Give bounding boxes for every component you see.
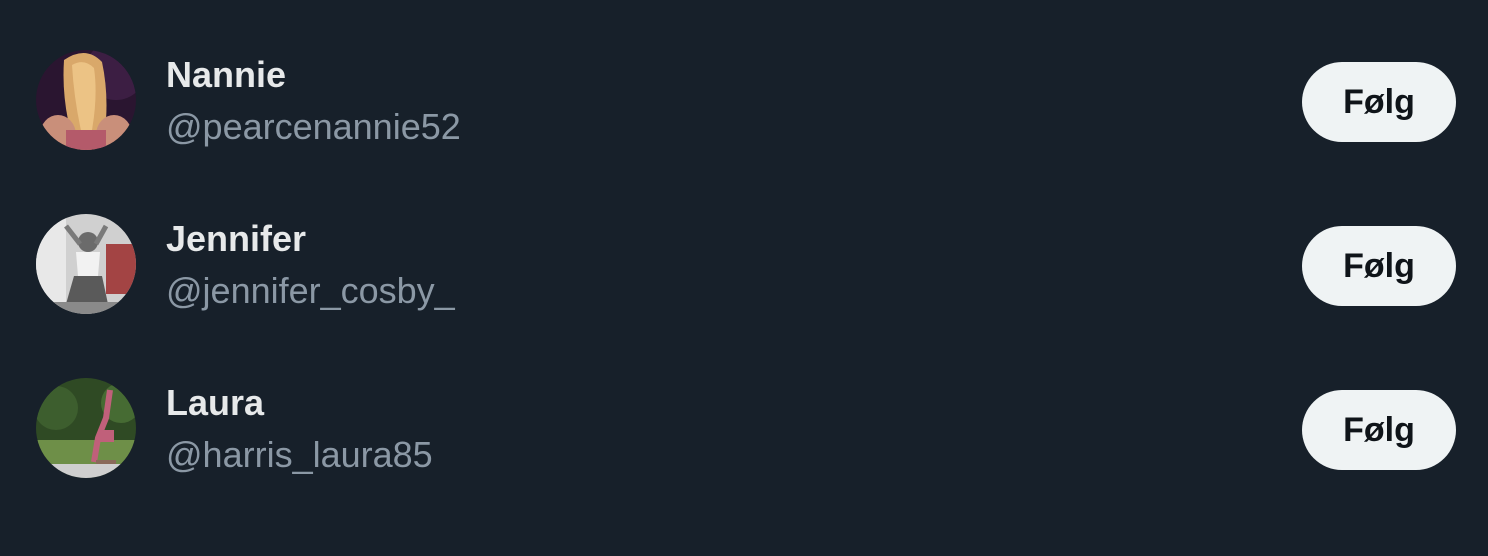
user-handle[interactable]: @jennifer_cosby_ — [166, 270, 455, 312]
avatar-image-jennifer — [36, 214, 136, 314]
user-suggestion-row[interactable]: Jennifer @jennifer_cosby_ Følg — [0, 182, 1488, 346]
user-display-name[interactable]: Jennifer — [166, 218, 306, 260]
avatar[interactable] — [36, 214, 136, 314]
avatar[interactable] — [36, 378, 136, 478]
follow-button[interactable]: Følg — [1302, 62, 1456, 142]
avatar[interactable] — [36, 50, 136, 150]
who-to-follow-list: Nannie @pearcenannie52 Følg Jennifer @je… — [0, 18, 1488, 510]
user-display-name[interactable]: Nannie — [166, 54, 286, 96]
user-suggestion-row[interactable]: Nannie @pearcenannie52 Følg — [0, 18, 1488, 182]
follow-button[interactable]: Følg — [1302, 226, 1456, 306]
follow-button[interactable]: Følg — [1302, 390, 1456, 470]
user-handle[interactable]: @harris_laura85 — [166, 434, 433, 476]
user-display-name[interactable]: Laura — [166, 382, 264, 424]
avatar-image-nannie — [36, 50, 136, 150]
user-handle[interactable]: @pearcenannie52 — [166, 106, 461, 148]
avatar-image-laura — [36, 378, 136, 478]
user-suggestion-row[interactable]: Laura @harris_laura85 Følg — [0, 346, 1488, 510]
